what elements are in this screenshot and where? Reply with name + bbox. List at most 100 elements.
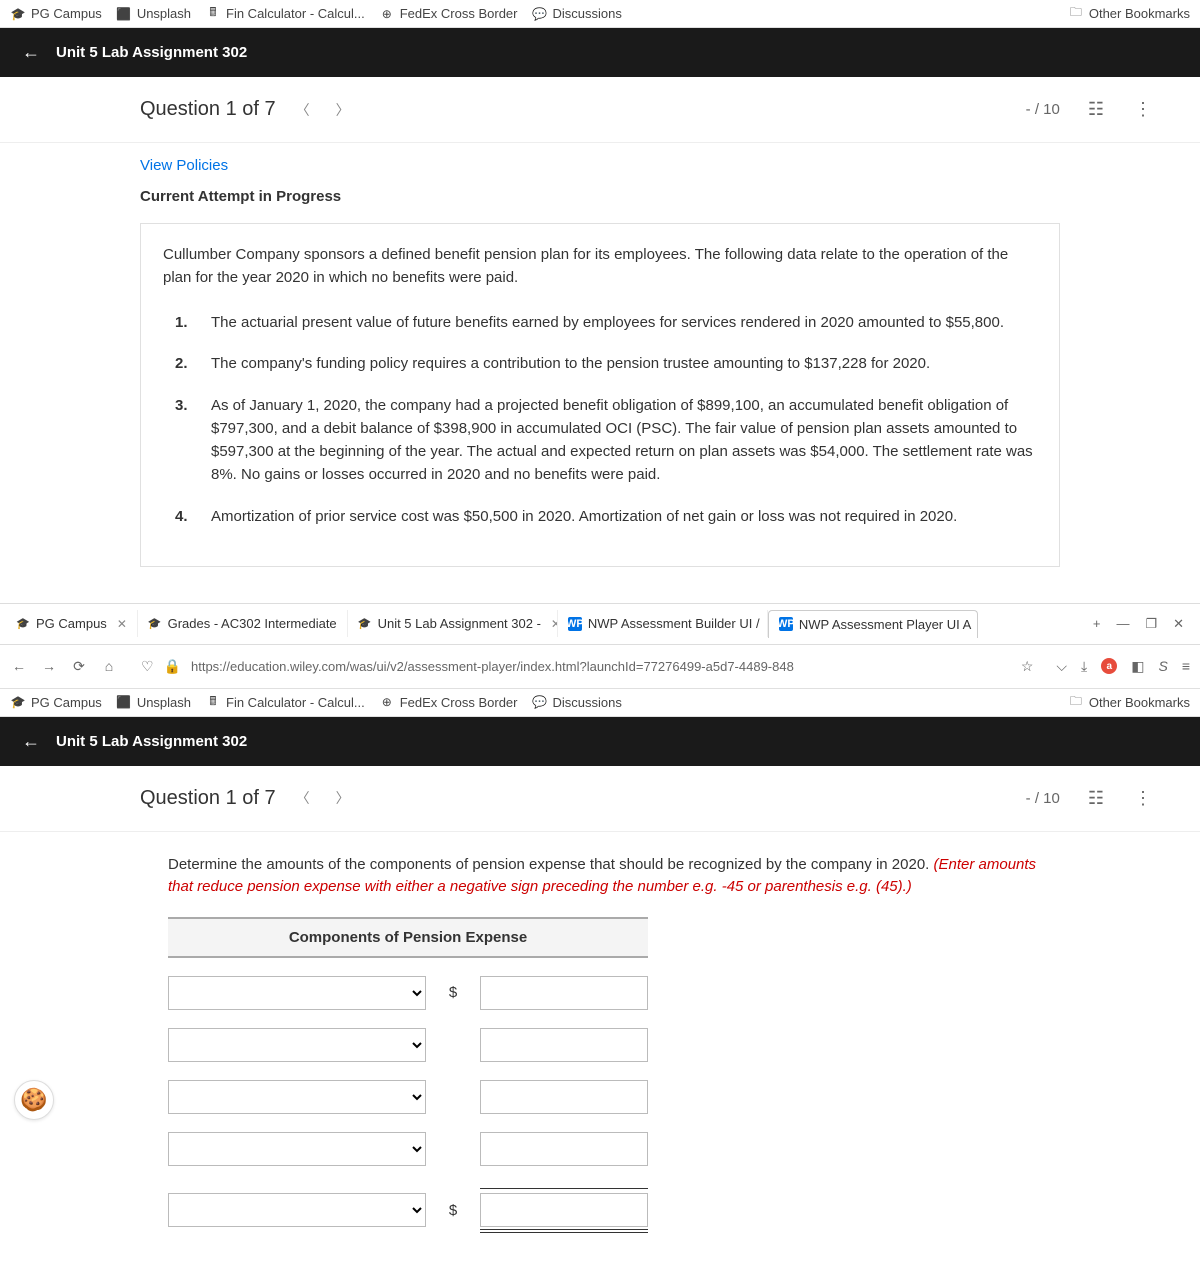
item-number: 2. (175, 352, 193, 375)
amount-input[interactable] (480, 1132, 648, 1166)
question-label: Question 1 of 7 (140, 787, 276, 810)
bookmark-pg-campus[interactable]: 🎓PG Campus (10, 6, 102, 22)
question-part-2: Determine the amounts of the components … (0, 832, 1200, 1263)
item-text: The company's funding policy requires a … (211, 352, 930, 375)
assignment-header: ← Unit 5 Lab Assignment 302 (0, 28, 1200, 77)
bookmark-discussions[interactable]: 💬Discussions (532, 694, 622, 710)
menu-icon[interactable]: ≡ (1182, 658, 1190, 674)
component-select[interactable] (168, 1193, 426, 1227)
download-icon[interactable]: ⤓ (1081, 658, 1087, 675)
cookie-settings-button[interactable]: 🍪 (14, 1080, 54, 1120)
bookmark-fin-calc[interactable]: 🖩Fin Calculator - Calcul... (205, 694, 365, 710)
component-select[interactable] (168, 1028, 426, 1062)
other-bookmarks[interactable]: 🗀Other Bookmarks (1068, 6, 1190, 22)
globe-icon: 🎓 (10, 694, 26, 710)
bookmark-fedex[interactable]: ⊕FedEx Cross Border (379, 6, 518, 22)
bookmark-label: Unsplash (137, 695, 191, 710)
list-icon[interactable]: ☷ (1080, 784, 1112, 813)
bookmarks-bar-top: 🎓PG Campus ⬛ Unsplash 🖩Fin Calculator - C… (0, 0, 1200, 28)
nav-forward-icon[interactable]: → (40, 658, 58, 674)
minimize-icon[interactable]: — (1116, 616, 1129, 631)
amount-input[interactable] (480, 976, 648, 1010)
tab-label: PG Campus (36, 616, 107, 631)
bookmark-label: FedEx Cross Border (400, 695, 518, 710)
bookmark-fin-calc[interactable]: 🖩Fin Calculator - Calcul... (205, 6, 365, 22)
nav-back-icon[interactable]: ← (10, 658, 28, 674)
address-bar[interactable]: ♡ 🔒 https://education.wiley.com/was/ui/v… (130, 653, 1044, 680)
prev-question-icon[interactable]: 〈 (290, 96, 316, 124)
tab-label: NWP Assessment Player UI A (799, 617, 971, 632)
bookmark-label: FedEx Cross Border (400, 6, 518, 21)
new-tab-icon[interactable]: + (1093, 616, 1101, 631)
question-body: Cullumber Company sponsors a defined ben… (140, 223, 1060, 567)
bookmark-label: Discussions (553, 6, 622, 21)
view-policies-link[interactable]: View Policies (140, 143, 1060, 182)
pocket-icon[interactable]: ⌵ (1056, 658, 1067, 675)
component-select[interactable] (168, 976, 426, 1010)
chat-icon: 💬 (532, 6, 548, 22)
close-icon[interactable]: ✕ (117, 617, 127, 631)
list-item: 3.As of January 1, 2020, the company had… (175, 394, 1037, 487)
expense-row: $ (168, 976, 1060, 1010)
extension-a-icon[interactable]: a (1101, 658, 1117, 674)
more-icon[interactable]: ⋮ (1126, 95, 1160, 124)
bookmark-pg-campus[interactable]: 🎓PG Campus (10, 694, 102, 710)
close-window-icon[interactable]: ✕ (1173, 616, 1184, 632)
globe-icon: ⊕ (379, 694, 395, 710)
tab-label: Unit 5 Lab Assignment 302 - (378, 616, 541, 631)
extension-icon[interactable]: ◧ (1131, 658, 1144, 675)
tab-grades[interactable]: 🎓Grades - AC302 Intermediate✕ (138, 610, 348, 637)
bookmark-discussions[interactable]: 💬 Discussions (532, 6, 622, 22)
wp-icon: WP (568, 617, 582, 631)
back-arrow-icon[interactable]: ← (22, 42, 40, 63)
bookmark-label: PG Campus (31, 6, 102, 21)
home-icon[interactable]: ⌂ (100, 658, 118, 674)
list-icon[interactable]: ☷ (1080, 95, 1112, 124)
other-bookmarks[interactable]: 🗀Other Bookmarks (1068, 694, 1190, 710)
question-header: Question 1 of 7 〈 〉 - / 10 ☷ ⋮ (0, 766, 1200, 832)
next-question-icon[interactable]: 〉 (330, 784, 356, 812)
question-content: View Policies Current Attempt in Progres… (0, 143, 1200, 603)
bookmark-label: Fin Calculator - Calcul... (226, 695, 365, 710)
unsplash-icon: ⬛ (116, 694, 132, 710)
bookmark-unsplash[interactable]: ⬛ Unsplash (116, 694, 191, 710)
tab-unit5[interactable]: 🎓Unit 5 Lab Assignment 302 -✕ (348, 610, 558, 637)
item-text: As of January 1, 2020, the company had a… (211, 394, 1037, 487)
close-icon[interactable]: ✕ (551, 617, 558, 631)
amount-input[interactable] (480, 1080, 648, 1114)
next-question-icon[interactable]: 〉 (330, 96, 356, 124)
chat-icon: 💬 (532, 694, 548, 710)
cookie-icon: 🍪 (20, 1087, 47, 1113)
list-item: 4.Amortization of prior service cost was… (175, 505, 1037, 528)
dollar-sign: $ (446, 984, 460, 1001)
tab-label: Grades - AC302 Intermediate (168, 616, 337, 631)
tab-pg-campus[interactable]: 🎓PG Campus✕ (6, 610, 138, 637)
extension-s-icon[interactable]: S (1158, 658, 1167, 674)
question-label: Question 1 of 7 (140, 98, 276, 121)
prev-question-icon[interactable]: 〈 (290, 784, 316, 812)
more-icon[interactable]: ⋮ (1126, 784, 1160, 813)
bookmark-star-icon[interactable]: ☆ (1021, 658, 1034, 675)
tab-label: NWP Assessment Builder UI / (588, 616, 760, 631)
item-number: 4. (175, 505, 193, 528)
back-arrow-icon[interactable]: ← (22, 731, 40, 752)
unsplash-icon: ⬛ (116, 6, 132, 22)
bookmark-label: Unsplash (137, 6, 191, 21)
list-item: 2. The company's funding policy requires … (175, 352, 1037, 375)
bookmark-fedex[interactable]: ⊕ FedEx Cross Border (379, 694, 518, 710)
lock-icon: 🔒 (164, 658, 181, 675)
browser-toolbar: ← → ⟳ ⌂ ♡ 🔒 https://education.wiley.com/… (0, 645, 1200, 689)
component-select[interactable] (168, 1080, 426, 1114)
tab-nwp-builder[interactable]: WPNWP Assessment Builder UI /✕ (558, 610, 768, 637)
bookmark-unsplash[interactable]: ⬛ Unsplash (116, 6, 191, 22)
expense-row (168, 1132, 1060, 1166)
amount-input[interactable] (480, 1028, 648, 1062)
component-select[interactable] (168, 1132, 426, 1166)
amount-input[interactable] (480, 1193, 648, 1227)
bookmark-label: Other Bookmarks (1089, 6, 1190, 21)
dollar-sign: $ (446, 1202, 460, 1219)
reload-icon[interactable]: ⟳ (70, 658, 88, 675)
restore-icon[interactable]: ❐ (1145, 616, 1157, 632)
tab-nwp-player[interactable]: WPNWP Assessment Player UI A✕ (768, 610, 978, 638)
item-number: 3. (175, 394, 193, 487)
